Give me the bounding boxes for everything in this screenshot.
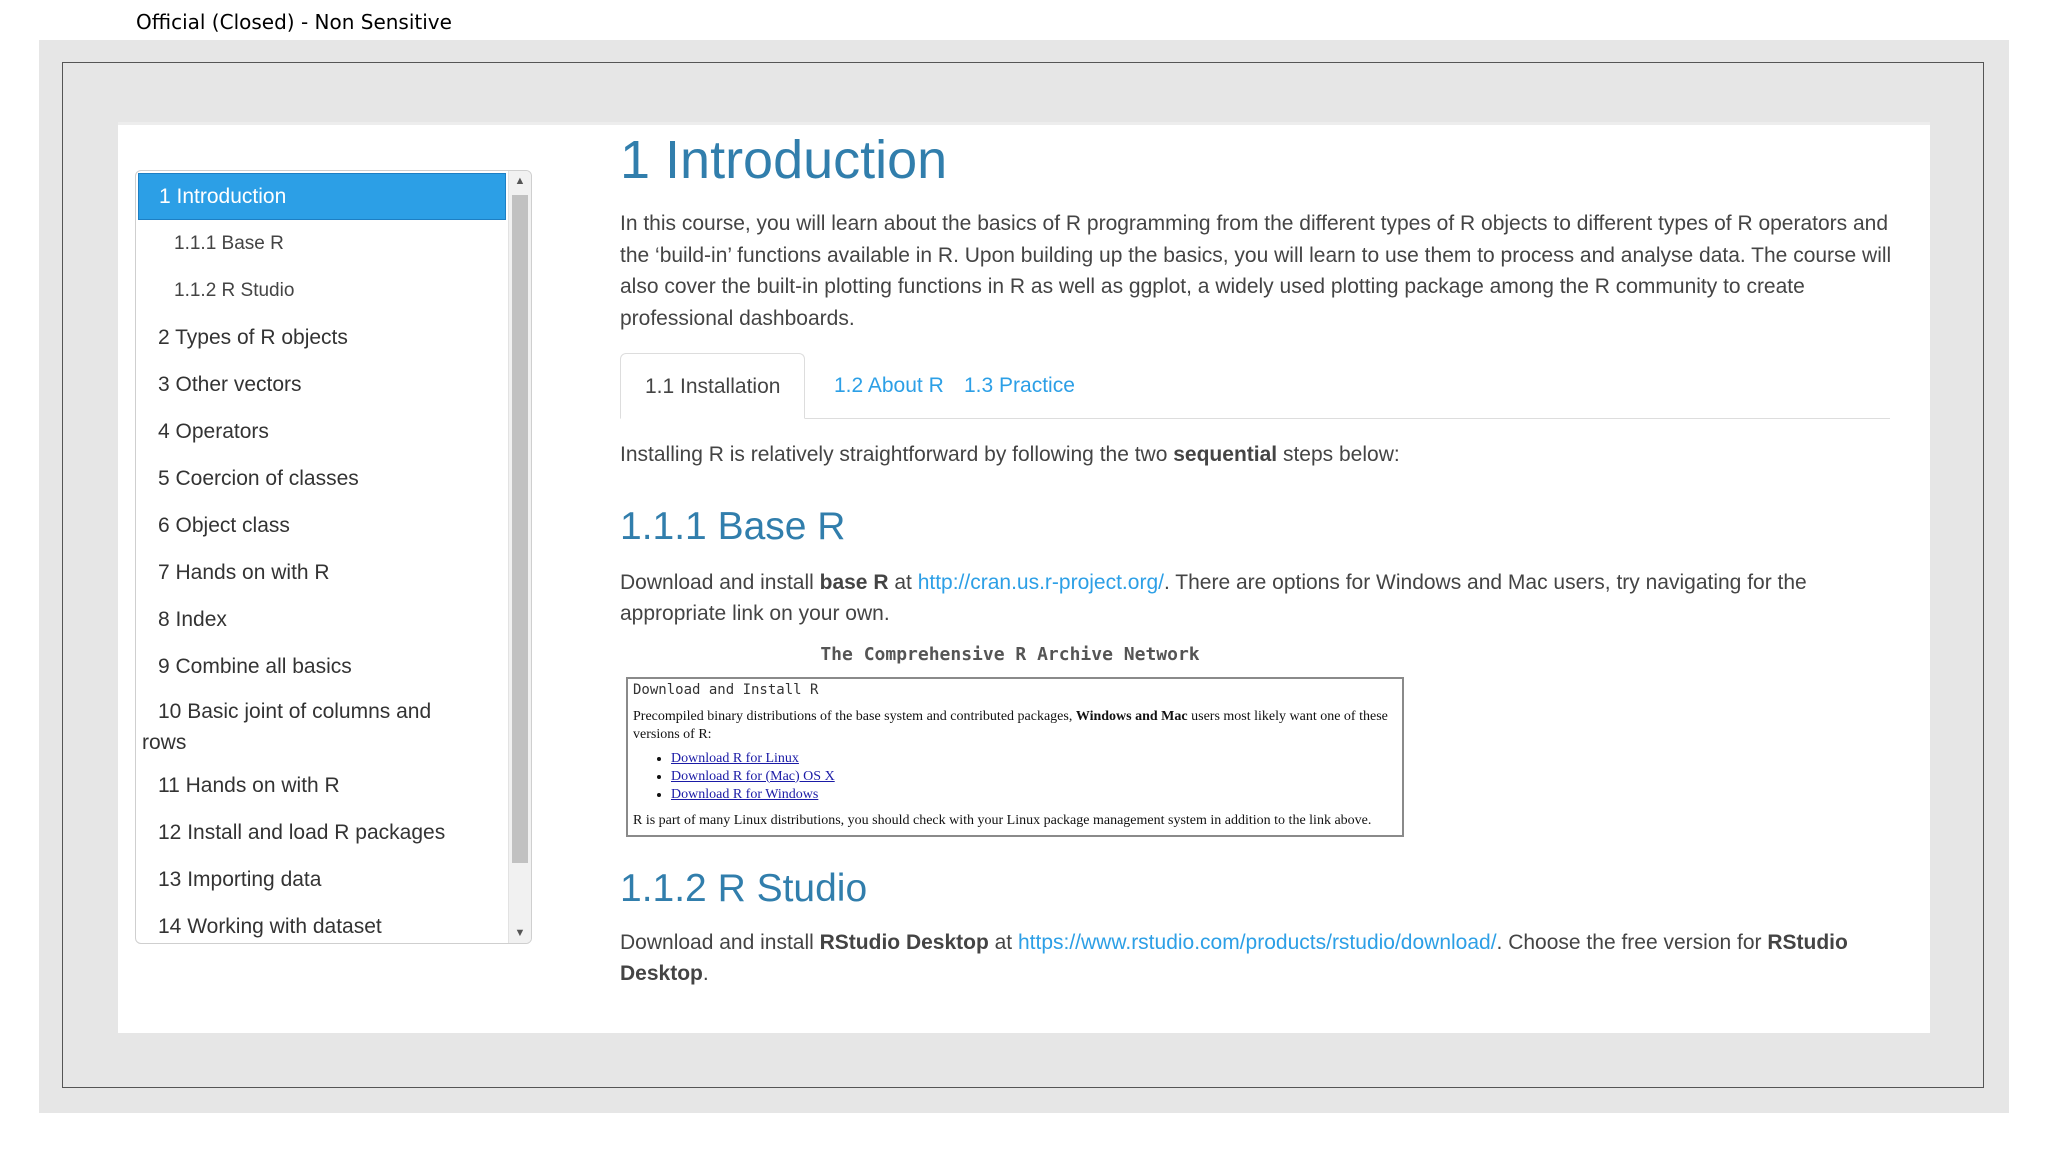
tab-practice[interactable]: 1.3 Practice	[940, 353, 1099, 418]
intro-paragraph: In this course, you will learn about the…	[620, 212, 1892, 330]
tab-installation[interactable]: 1.1 Installation	[620, 353, 806, 419]
toc-item-types-of-r-objects[interactable]: 2 Types of R objects	[136, 314, 508, 361]
scroll-down-arrow-icon[interactable]: ▼	[509, 927, 531, 939]
base-r-text-at: at	[888, 570, 918, 594]
cran-screenshot: The Comprehensive R Archive Network Down…	[620, 644, 1910, 837]
scroll-thumb[interactable]	[512, 195, 528, 863]
toc-item-working-with-dataset[interactable]: 14 Working with dataset	[136, 903, 508, 943]
cran-box-footer: R is part of many Linux distributions, y…	[633, 812, 1372, 828]
list-item: Download R for (Mac) OS X	[671, 768, 1397, 786]
base-r-paragraph: Download and install base R at http://cr…	[620, 567, 1910, 630]
cran-link[interactable]: http://cran.us.r-project.org/	[918, 571, 1164, 594]
toc-item-operators[interactable]: 4 Operators	[136, 408, 508, 455]
toc-item-hands-on-with-r[interactable]: 7 Hands on with R	[136, 549, 508, 596]
cran-para-text: Precompiled binary distributions of the …	[633, 708, 1076, 724]
r-studio-text: Download and install	[620, 930, 820, 954]
base-r-heading: 1.1.1 Base R	[620, 504, 846, 548]
install-lead: Installing R is relatively straightforwa…	[620, 439, 1910, 471]
web-page: 1 Introduction 1.1.1 Base R 1.1.2 R Stud…	[118, 122, 1930, 1033]
base-r-text: Download and install	[620, 570, 820, 594]
r-studio-heading: 1.1.2 R Studio	[620, 866, 868, 910]
download-windows-link[interactable]: Download R for Windows	[671, 787, 818, 802]
download-linux-link[interactable]: Download R for Linux	[671, 751, 799, 766]
main-content: 1 Introduction In this course, you will …	[620, 125, 1910, 990]
toc-item-r-studio[interactable]: 1.1.2 R Studio	[136, 267, 508, 314]
toc-item-introduction[interactable]: 1 Introduction	[138, 173, 506, 220]
page-title: 1 Introduction	[620, 130, 948, 190]
r-studio-text-end: .	[702, 962, 709, 985]
cran-title: The Comprehensive R Archive Network	[820, 643, 1200, 665]
cran-download-list: Download R for Linux Download R for (Mac…	[633, 750, 1397, 804]
toc-item-basic-joint[interactable]: 10 Basic joint of columns and rows	[136, 690, 508, 762]
cran-box-paragraph: Precompiled binary distributions of the …	[633, 708, 1397, 744]
download-mac-link[interactable]: Download R for (Mac) OS X	[671, 769, 835, 784]
classification-label: Official (Closed) - Non Sensitive	[136, 10, 452, 34]
install-lead-bold: sequential	[1173, 443, 1278, 466]
r-studio-text-choose: . Choose the free version for	[1496, 930, 1768, 954]
toc-item-combine-all-basics[interactable]: 9 Combine all basics	[136, 643, 508, 690]
r-studio-bold: RStudio Desktop	[819, 930, 989, 954]
r-studio-text-at: at	[988, 930, 1018, 954]
r-studio-paragraph: Download and install RStudio Desktop at …	[620, 927, 1910, 990]
base-r-bold: base R	[819, 570, 889, 594]
toc-item-coercion-of-classes[interactable]: 5 Coercion of classes	[136, 455, 508, 502]
toc-item-other-vectors[interactable]: 3 Other vectors	[136, 361, 508, 408]
rstudio-download-link[interactable]: https://www.rstudio.com/products/rstudio…	[1018, 931, 1497, 954]
toc-item-label-continued: rows	[142, 731, 187, 754]
toc-scrollbar[interactable]: ▲ ▼	[508, 171, 531, 943]
cran-box-header: Download and Install R	[633, 681, 819, 698]
toc-item-label: 10 Basic joint of columns and	[158, 700, 432, 723]
cran-para-bold: Windows and Mac	[1075, 708, 1188, 724]
section-tabs: 1.1 Installation 1.2 About R 1.3 Practic…	[620, 353, 1890, 419]
scroll-up-arrow-icon[interactable]: ▲	[509, 175, 531, 187]
toc-list: 1 Introduction 1.1.1 Base R 1.1.2 R Stud…	[136, 171, 508, 943]
toc-item-importing-data[interactable]: 13 Importing data	[136, 856, 508, 903]
toc-item-index[interactable]: 8 Index	[136, 596, 508, 643]
install-lead-text: Installing R is relatively straightforwa…	[620, 443, 1174, 466]
toc-item-install-packages[interactable]: 12 Install and load R packages	[136, 809, 508, 856]
install-lead-text-end: steps below:	[1277, 443, 1400, 466]
toc-item-base-r[interactable]: 1.1.1 Base R	[136, 220, 508, 267]
list-item: Download R for Windows	[671, 786, 1397, 804]
cran-download-box: Download and Install R Precompiled binar…	[626, 676, 1404, 837]
toc-item-hands-on-with-r-2[interactable]: 11 Hands on with R	[136, 762, 508, 809]
list-item: Download R for Linux	[671, 750, 1397, 768]
toc-item-object-class[interactable]: 6 Object class	[136, 502, 508, 549]
table-of-contents: 1 Introduction 1.1.1 Base R 1.1.2 R Stud…	[135, 170, 532, 944]
